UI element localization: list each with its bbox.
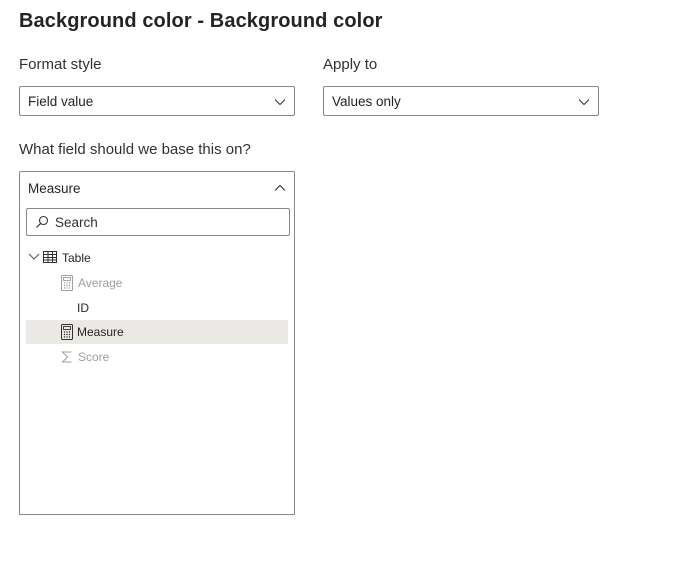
format-style-value: Field value <box>28 94 94 109</box>
pane-title: Background color - Background color <box>19 10 383 32</box>
base-field-value: Measure <box>28 181 81 196</box>
format-style-dropdown[interactable]: Field value <box>19 86 295 116</box>
apply-to-label: Apply to <box>323 56 378 73</box>
chevron-expanded-icon <box>28 253 40 260</box>
field-item-average[interactable]: Average <box>26 271 288 295</box>
chevron-up-icon <box>274 184 286 191</box>
sigma-icon <box>61 351 72 363</box>
format-style-label: Format style <box>19 56 102 73</box>
field-item-label: Average <box>78 276 123 290</box>
calculator-icon <box>61 275 73 291</box>
base-field-dropdown[interactable]: Measure <box>19 171 295 203</box>
field-item-label: ID <box>77 301 89 315</box>
search-placeholder: Search <box>55 215 98 230</box>
field-item-measure[interactable]: Measure <box>26 320 288 344</box>
table-icon <box>43 251 57 263</box>
tree-node-table-label: Table <box>62 251 91 265</box>
field-item-id[interactable]: ID <box>26 296 288 320</box>
field-item-label: Measure <box>77 325 124 339</box>
field-list-panel: Search Table Average ID Measure Score <box>19 202 295 515</box>
calculator-icon <box>61 324 73 340</box>
apply-to-value: Values only <box>332 94 401 109</box>
search-icon <box>36 215 49 228</box>
tree-node-table[interactable]: Table <box>26 246 288 270</box>
field-search-input[interactable]: Search <box>26 208 290 236</box>
chevron-down-icon <box>274 99 286 106</box>
base-field-label: What field should we base this on? <box>19 141 251 158</box>
field-item-score[interactable]: Score <box>26 345 288 369</box>
apply-to-dropdown[interactable]: Values only <box>323 86 599 116</box>
chevron-down-icon <box>578 99 590 106</box>
field-item-label: Score <box>78 350 110 364</box>
